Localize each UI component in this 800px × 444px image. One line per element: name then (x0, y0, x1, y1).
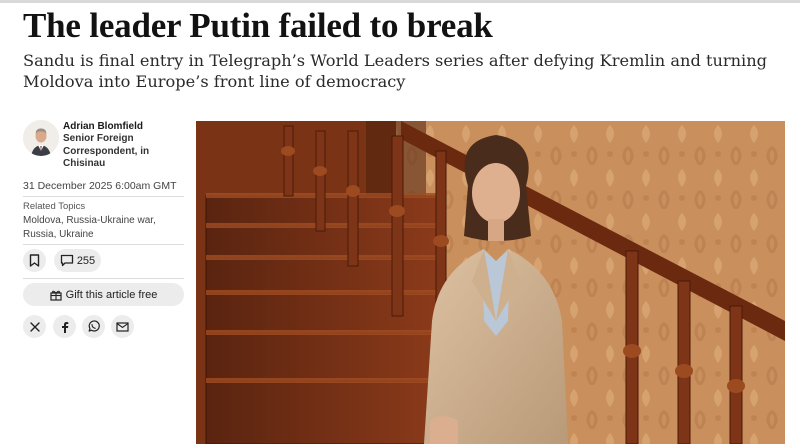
comment-icon (60, 254, 73, 267)
bookmark-icon (29, 254, 40, 267)
topic-link-russia-ukraine-war[interactable]: Russia-Ukraine war (66, 215, 153, 226)
x-icon (29, 321, 40, 332)
share-facebook-button[interactable] (53, 315, 76, 338)
topic-separator: , (153, 215, 156, 226)
share-email-button[interactable] (111, 315, 134, 338)
comments-button[interactable]: 255 (54, 249, 101, 272)
email-icon (116, 321, 129, 332)
share-whatsapp-button[interactable] (82, 315, 105, 338)
facebook-icon (61, 321, 68, 333)
comments-count: 255 (76, 254, 96, 267)
publish-date: 31 December 2025 6:00am GMT (23, 180, 177, 192)
topic-link-russia[interactable]: Russia (23, 229, 54, 240)
article-lead-photo (196, 121, 785, 444)
gift-icon (50, 290, 62, 301)
author-role: Senior Foreign Correspondent, in Chisina… (63, 133, 150, 169)
topic-link-moldova[interactable]: Moldova (23, 215, 61, 226)
whatsapp-icon (88, 320, 100, 332)
divider (23, 244, 184, 245)
headline: The leader Putin failed to break (23, 6, 493, 45)
divider (23, 196, 184, 197)
save-button[interactable] (23, 249, 46, 272)
related-topics-list: Moldova, Russia-Ukraine war, Russia, Ukr… (23, 214, 184, 241)
related-topics-label: Related Topics (23, 201, 86, 212)
top-border (0, 0, 800, 3)
article-sidebar: Adrian Blomfield Senior Foreign Correspo… (23, 118, 184, 338)
share-x-button[interactable] (23, 315, 46, 338)
author-byline[interactable]: Adrian Blomfield Senior Foreign Correspo… (23, 118, 184, 174)
gift-article-label: Gift this article free (65, 288, 158, 301)
author-avatar[interactable] (23, 120, 59, 156)
topic-link-ukraine[interactable]: Ukraine (59, 229, 93, 240)
author-name[interactable]: Adrian Blomfield (63, 121, 143, 133)
divider (23, 278, 184, 279)
standfirst: Sandu is final entry in Telegraph’s Worl… (23, 51, 768, 91)
gift-article-button[interactable]: Gift this article free (23, 283, 184, 306)
